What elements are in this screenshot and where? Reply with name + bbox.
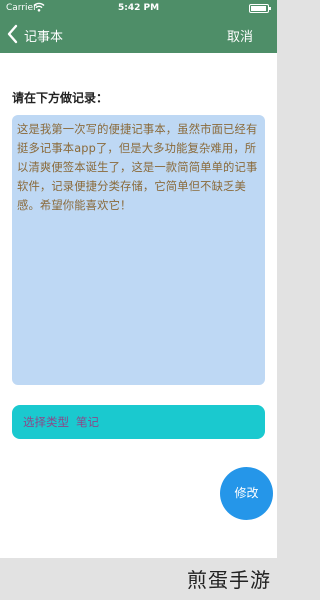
- battery-icon: [249, 4, 271, 13]
- type-selector[interactable]: 选择类型 笔记: [12, 405, 265, 439]
- cancel-button[interactable]: 取消: [227, 26, 253, 45]
- edit-button[interactable]: 修改: [220, 467, 273, 520]
- page-title[interactable]: 记事本: [24, 26, 63, 45]
- note-textarea[interactable]: 这是我第一次写的便捷记事本，虽然市面已经有挺多记事本app了，但是大多功能复杂难…: [12, 115, 265, 385]
- watermark: 煎蛋手游: [187, 568, 271, 592]
- nav-bar: 记事本 取消: [0, 17, 277, 53]
- chevron-left-icon[interactable]: [6, 23, 24, 45]
- type-selector-value: 笔记: [76, 415, 99, 429]
- status-bar: Carrier 5:42 PM: [0, 0, 277, 17]
- type-selector-label: 选择类型: [23, 415, 69, 429]
- main-content: 请在下方做记录： 这是我第一次写的便捷记事本，虽然市面已经有挺多记事本app了，…: [0, 53, 277, 558]
- record-prompt: 请在下方做记录：: [12, 91, 109, 105]
- status-time: 5:42 PM: [117, 3, 160, 13]
- footer: 煎蛋手游: [0, 558, 277, 600]
